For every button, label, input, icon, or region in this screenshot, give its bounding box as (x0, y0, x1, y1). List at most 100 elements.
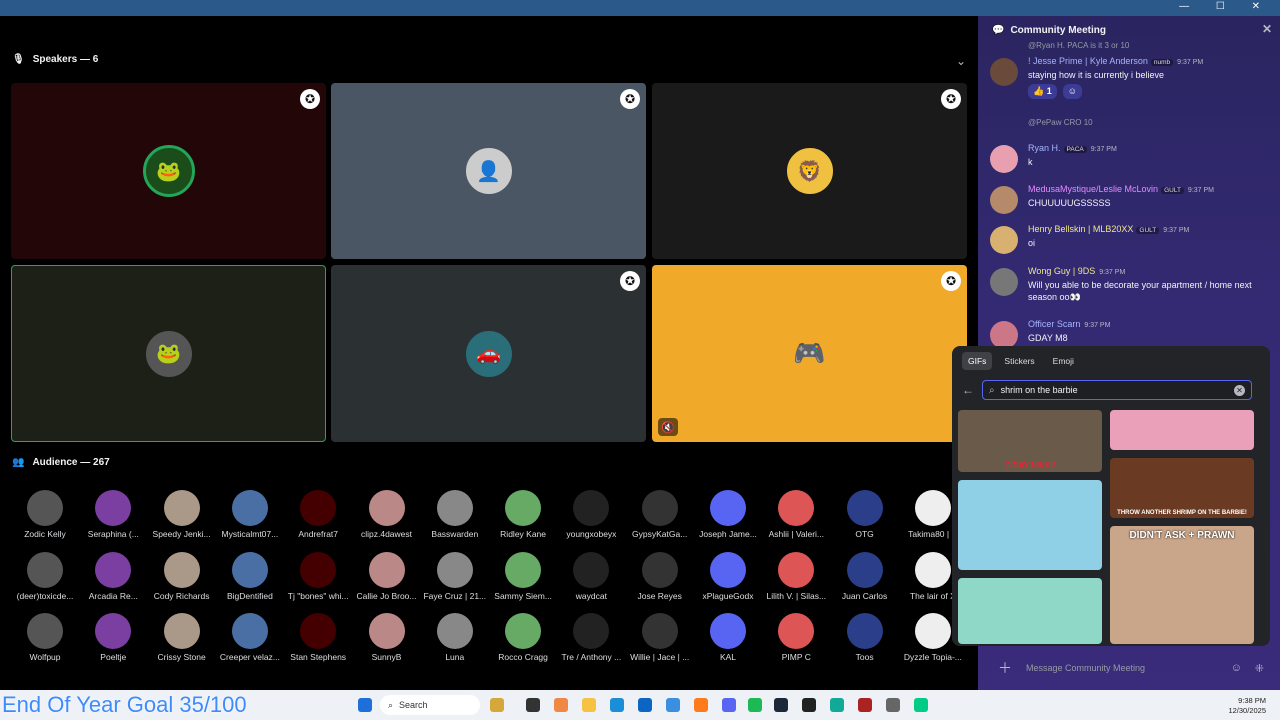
audience-member[interactable]: Crissy Stone (148, 613, 216, 662)
audience-member[interactable]: Basswarden (421, 490, 489, 539)
gif-result[interactable]: DIDN'T ASK + PRAWN (1110, 526, 1254, 644)
audience-member[interactable]: Willie | Jace | ... (626, 613, 694, 662)
close-icon[interactable]: ✕ (1262, 22, 1272, 36)
audience-member[interactable]: (deer)toxicde... (11, 551, 79, 601)
avatar[interactable] (990, 226, 1018, 254)
audience-member[interactable]: GypsyKatGa... (626, 490, 694, 539)
tab-emoji[interactable]: Emoji (1047, 352, 1080, 370)
audience-member[interactable]: SunnyB (353, 613, 421, 662)
audience-member[interactable]: Speedy Jenki... (148, 490, 216, 539)
app-icon[interactable] (858, 698, 872, 712)
gif-result[interactable] (958, 480, 1102, 570)
steam-icon[interactable] (774, 698, 788, 712)
avatar[interactable] (990, 268, 1018, 296)
speaker-tile[interactable]: 👤 ✪ (331, 83, 646, 259)
app-icon[interactable] (914, 698, 928, 712)
start-icon[interactable] (358, 698, 372, 712)
avatar[interactable] (990, 321, 1018, 349)
app-icon[interactable] (526, 698, 540, 712)
avatar[interactable] (990, 58, 1018, 86)
audience-member[interactable]: Mysticalmt07... (216, 490, 284, 539)
audience-member[interactable]: Arcadia Re... (79, 551, 147, 601)
badge-icon[interactable]: ✪ (941, 89, 961, 109)
speaker-tile-active[interactable]: 🐸 (11, 265, 326, 442)
chat-message[interactable]: Wong Guy | 9DS 9:37 PM Will you able to be… (990, 266, 1274, 306)
tab-stickers[interactable]: Stickers (998, 352, 1040, 370)
apps-icon[interactable]: ⁜ (1255, 662, 1264, 675)
discord-icon[interactable] (722, 698, 736, 712)
speaker-tile[interactable]: 🎮 ✪ 🔇 (652, 265, 967, 442)
badge-icon[interactable]: ✪ (300, 89, 320, 109)
author-name[interactable]: Officer Scarn (1028, 319, 1080, 329)
audience-member[interactable]: youngxobeyx (557, 490, 625, 539)
audience-member[interactable]: Ashlii | Valeri... (762, 490, 830, 539)
back-arrow-icon[interactable]: ← (962, 383, 974, 397)
audience-member[interactable]: Lilith V. | Silas... (762, 551, 830, 601)
avatar[interactable] (990, 186, 1018, 214)
speaker-tile[interactable]: 🦁 ✪ (652, 83, 967, 259)
audience-member[interactable]: Rocco Cragg (489, 613, 557, 662)
audience-member[interactable]: Zodic Kelly (11, 490, 79, 539)
speaker-tile[interactable]: 🐸 ✪ (11, 83, 326, 259)
author-name[interactable]: Henry Bellskin | MLB20XX (1028, 224, 1133, 234)
settings-icon[interactable] (886, 698, 900, 712)
audience-member[interactable]: BigDentified (216, 551, 284, 601)
audience-member[interactable]: Tj "bones" whi... (284, 551, 352, 601)
speaker-tile[interactable]: 🚗 ✪ (331, 265, 646, 442)
app-icon[interactable] (490, 698, 504, 712)
audience-member[interactable]: Joseph Jame... (694, 490, 762, 539)
app-icon[interactable] (638, 698, 652, 712)
audience-member[interactable]: Toos (831, 613, 899, 662)
audience-member[interactable]: KAL (694, 613, 762, 662)
chat-message[interactable]: Ryan H. PACA 9:37 PM k (990, 143, 1274, 183)
gif-result[interactable]: G'DAY NIKKI! (958, 410, 1102, 472)
plus-icon[interactable]: ＋ (998, 658, 1012, 678)
clear-icon[interactable]: ✕ (1234, 385, 1245, 396)
badge-icon[interactable]: ✪ (620, 271, 640, 291)
audience-member[interactable]: Faye Cruz | 21... (421, 551, 489, 601)
audience-member[interactable]: Stan Stephens (284, 613, 352, 662)
chat-message[interactable]: Henry Bellskin | MLB20XX GULT 9:37 PM oi (990, 224, 1274, 264)
author-name[interactable]: MedusaMystique/Leslie McLovin (1028, 184, 1158, 194)
gif-result[interactable]: THROW ANOTHER SHRIMP ON THE BARBIE! (1110, 458, 1254, 518)
audience-member[interactable]: Tre / Anthony ... (557, 613, 625, 662)
emoji-icon[interactable]: ☺ (1231, 662, 1242, 674)
gif-result[interactable] (1110, 410, 1254, 450)
thumbs-up-reaction[interactable]: 👍 1 (1028, 84, 1057, 99)
audience-member[interactable]: Wolfpup (11, 613, 79, 662)
app-icon[interactable] (666, 698, 680, 712)
audience-member[interactable]: Luna (421, 613, 489, 662)
audience-member[interactable]: Juan Carlos (831, 551, 899, 601)
add-reaction-icon[interactable]: ☺ (1062, 84, 1082, 99)
audience-member[interactable]: OTG (831, 490, 899, 539)
audience-member[interactable]: PIMP C (762, 613, 830, 662)
tab-gifs[interactable]: GIFs (962, 352, 993, 370)
audience-member[interactable]: waydcat (557, 551, 625, 601)
spotify-icon[interactable] (748, 698, 762, 712)
message-composer[interactable]: ＋ Message Community Meeting ☺ ⁜ (986, 656, 1272, 680)
chevron-down-icon[interactable]: ⌄ (956, 54, 966, 68)
gif-search-input[interactable]: ⌕ shrim on the barbie ✕ (982, 380, 1252, 400)
audience-member[interactable]: Andrefrat7 (284, 490, 352, 539)
audience-member[interactable]: Creeper velaz... (216, 613, 284, 662)
author-name[interactable]: Wong Guy | 9DS (1028, 266, 1095, 276)
audience-member[interactable]: Sammy Siem... (489, 551, 557, 601)
badge-icon[interactable]: ✪ (620, 89, 640, 109)
app-icon[interactable] (554, 698, 568, 712)
avatar[interactable] (990, 145, 1018, 173)
gif-result[interactable] (958, 578, 1102, 644)
folder-icon[interactable] (582, 698, 596, 712)
audience-member[interactable]: xPlagueGodx (694, 551, 762, 601)
window-controls[interactable]: — ☐ ✕ (1179, 1, 1272, 12)
audience-member[interactable]: clipz.4dawest (353, 490, 421, 539)
badge-icon[interactable]: ✪ (941, 271, 961, 291)
audience-member[interactable]: Seraphina (... (79, 490, 147, 539)
author-name[interactable]: Ryan H. (1028, 143, 1061, 153)
edge-icon[interactable] (610, 698, 624, 712)
clock[interactable]: 9:38 PM 12/30/2025 (1228, 696, 1266, 716)
firefox-icon[interactable] (694, 698, 708, 712)
audience-member[interactable]: Poeltje (79, 613, 147, 662)
taskbar-search[interactable]: ⌕ Search (380, 695, 480, 715)
chat-message[interactable]: MedusaMystique/Leslie McLovin GULT 9:37 PM… (990, 184, 1274, 224)
audience-member[interactable]: Jose Reyes (626, 551, 694, 601)
